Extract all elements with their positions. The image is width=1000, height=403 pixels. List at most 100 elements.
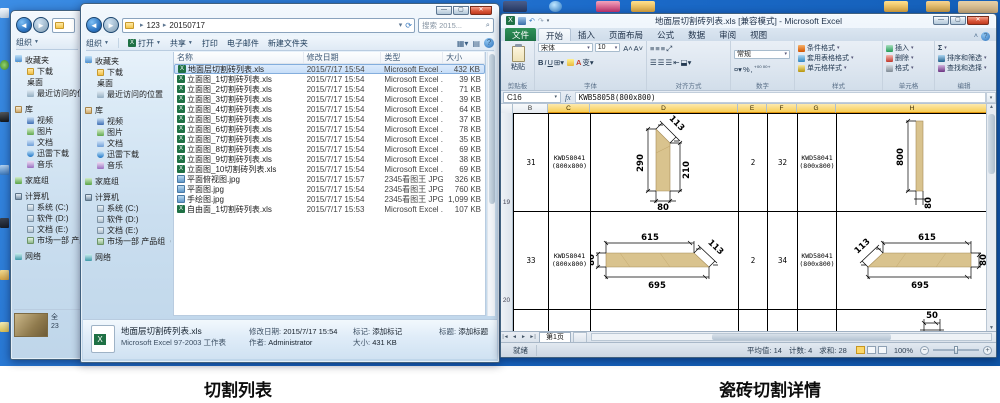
sidebar-item[interactable]: 系统 (C:) <box>85 203 171 214</box>
align-bottom-icon[interactable]: ≡ <box>661 44 665 54</box>
collapse-ribbon-icon[interactable]: ˄ <box>974 33 978 40</box>
sidebar-item[interactable]: 音乐 <box>85 160 171 171</box>
grow-font-button[interactable]: A˄ <box>623 44 632 53</box>
align-right-icon[interactable]: ☰ <box>665 58 672 67</box>
cell-F19[interactable]: 32 <box>768 113 797 211</box>
cell-E19[interactable]: 2 <box>739 113 767 211</box>
删除-button[interactable]: 删除▾ <box>886 53 932 63</box>
sheet-grid[interactable]: 19 20 31 KWD58041(800x800) 2 32 KWD58041… <box>501 113 989 331</box>
tab-视图[interactable]: 视图 <box>743 28 774 41</box>
sidebar-section-network[interactable]: 网络 <box>85 252 171 263</box>
font-name-combo[interactable]: 宋体▾ <box>538 43 593 52</box>
select-all-corner[interactable] <box>501 104 513 113</box>
file-list-scrollbar[interactable] <box>487 52 495 316</box>
next-sheet-icon[interactable]: ► <box>519 334 528 340</box>
sidebar-item[interactable]: 文档 (E:) <box>15 224 84 235</box>
sidebar-item[interactable]: 图片 <box>85 127 171 138</box>
insert-sheet-tab[interactable] <box>573 332 587 342</box>
align-middle-icon[interactable]: ≡ <box>655 44 659 54</box>
add-title-link[interactable]: 添加标题 <box>458 327 488 336</box>
italic-button[interactable]: I <box>544 58 546 67</box>
cell-G20[interactable]: KWD58041(800x800) <box>798 211 836 309</box>
page-break-view-icon[interactable] <box>878 346 887 354</box>
sidebar-item[interactable]: 图片 <box>15 126 84 137</box>
underline-button[interactable]: U <box>548 58 553 67</box>
格式-button[interactable]: 格式▾ <box>886 63 932 73</box>
cell-C19[interactable]: KWD58041(800x800) <box>549 113 590 211</box>
align-center-icon[interactable]: ☰ <box>658 58 665 67</box>
formula-input[interactable]: KWB58058(800x800) <box>575 92 986 103</box>
file-row[interactable]: 平面图.jpg2015/7/17 15:542345看图王 JPG ...760… <box>174 184 485 194</box>
breadcrumb-folder[interactable]: 20150717 <box>169 21 205 30</box>
tab-公式[interactable]: 公式 <box>650 28 681 41</box>
套用表格格式-button[interactable]: 套用表格格式▾ <box>798 53 880 63</box>
sidebar-item[interactable]: 迅雷下载 <box>85 149 171 160</box>
col-B[interactable]: B <box>513 104 548 113</box>
fill-color-icon[interactable] <box>567 59 574 66</box>
tab-插入[interactable]: 插入 <box>571 28 602 41</box>
sidebar-section-star[interactable]: ★收藏夹 <box>85 56 171 67</box>
normal-view-icon[interactable] <box>856 346 865 354</box>
zoom-level[interactable]: 100% <box>894 346 913 355</box>
col-G[interactable]: G <box>797 104 836 113</box>
sidebar-item[interactable]: 最近访问的位置 <box>15 88 84 99</box>
sheet-tab[interactable]: 第1页 <box>539 332 571 342</box>
new-folder-button[interactable]: 新建文件夹 <box>268 38 308 49</box>
last-sheet-icon[interactable]: ►| <box>528 334 537 340</box>
sidebar-item[interactable]: 下载 <box>85 67 171 78</box>
sidebar-section-computer[interactable]: 计算机 <box>85 192 171 203</box>
sidebar-section-computer[interactable]: 计算机 <box>15 191 84 202</box>
share-button[interactable]: 共享▼ <box>170 38 193 49</box>
taskbar-folder-icon[interactable] <box>503 1 527 12</box>
tab-数据[interactable]: 数据 <box>681 28 712 41</box>
sidebar-item[interactable]: 桌面 <box>15 77 84 88</box>
paste-icon[interactable] <box>512 46 525 62</box>
bold-button[interactable]: B <box>538 58 543 67</box>
search-input[interactable]: 搜索 2015... ⌕ <box>418 18 494 33</box>
file-row[interactable]: X立面图_8切割砖列表.xls2015/7/17 15:54Microsoft … <box>174 144 485 154</box>
tab-页面布局[interactable]: 页面布局 <box>602 28 650 41</box>
插入-button[interactable]: 插入▾ <box>886 43 932 53</box>
单元格样式-button[interactable]: 单元格样式▾ <box>798 63 880 73</box>
sidebar-section-star[interactable]: ★收藏夹 <box>15 55 84 66</box>
cell-C20[interactable]: KWD58041(800x800) <box>549 211 590 309</box>
sidebar-item[interactable]: 软件 (D:) <box>15 213 84 224</box>
organize-button[interactable]: 组织▼ <box>86 38 109 49</box>
desktop-icon[interactable] <box>0 270 9 280</box>
refresh-icon[interactable]: ⟳ <box>405 21 412 30</box>
taskbar-folder3-icon[interactable] <box>884 1 908 12</box>
sidebar-item[interactable]: 市场一部 产品组（专用） <box>15 235 84 246</box>
column-size[interactable]: 大小 <box>443 52 485 63</box>
back-icon[interactable]: ◄ <box>16 17 32 33</box>
sidebar-item[interactable]: 软件 (D:) <box>85 214 171 225</box>
tab-文件[interactable]: 文件 <box>505 28 536 41</box>
sidebar-item[interactable]: 市场一部 产品组（专用） <box>85 236 171 247</box>
breadcrumb-root[interactable]: 123 <box>147 21 160 30</box>
phonetic-button[interactable]: 变▾ <box>582 57 593 68</box>
forward-icon[interactable]: ► <box>103 17 119 33</box>
shrink-font-button[interactable]: A˅ <box>634 44 643 53</box>
forward-icon[interactable]: ► <box>33 17 49 33</box>
col-C[interactable]: C <box>548 104 590 113</box>
currency-button[interactable]: ¤▾ <box>734 65 742 74</box>
col-D[interactable]: D <box>590 104 738 113</box>
file-row[interactable]: 平面俯视图.jpg2015/7/17 15:572345看图王 JPG ...3… <box>174 174 485 184</box>
sidebar-item[interactable]: 文档 (E:) <box>85 225 171 236</box>
decrease-decimal-button[interactable]: ⁰⁰⁺ <box>763 65 771 74</box>
col-F[interactable]: F <box>767 104 797 113</box>
cell-F20[interactable]: 34 <box>768 211 797 309</box>
minimize-button[interactable]: — <box>436 6 452 15</box>
sidebar-item[interactable]: 桌面 <box>85 78 171 89</box>
sidebar-item[interactable]: 文档 <box>85 138 171 149</box>
increase-decimal-button[interactable]: ⁺⁰⁰ <box>754 65 762 74</box>
column-name[interactable]: 名称 <box>174 52 304 63</box>
add-tag-link[interactable]: 添加标记 <box>372 327 402 336</box>
file-row[interactable]: X立面图_4切割砖列表.xls2015/7/17 15:54Microsoft … <box>174 104 485 114</box>
sidebar-item[interactable]: 视频 <box>85 116 171 127</box>
sidebar-item[interactable]: 迅雷下载 <box>15 148 84 159</box>
preview-pane-button[interactable]: ▤ <box>472 39 480 48</box>
file-row[interactable]: 手绘图.jpg2015/7/17 15:542345看图王 JPG ...1,0… <box>174 194 485 204</box>
sidebar-item[interactable]: 下载 <box>15 66 84 77</box>
desktop-icon[interactable] <box>0 8 9 18</box>
desktop-icon[interactable] <box>0 60 9 70</box>
